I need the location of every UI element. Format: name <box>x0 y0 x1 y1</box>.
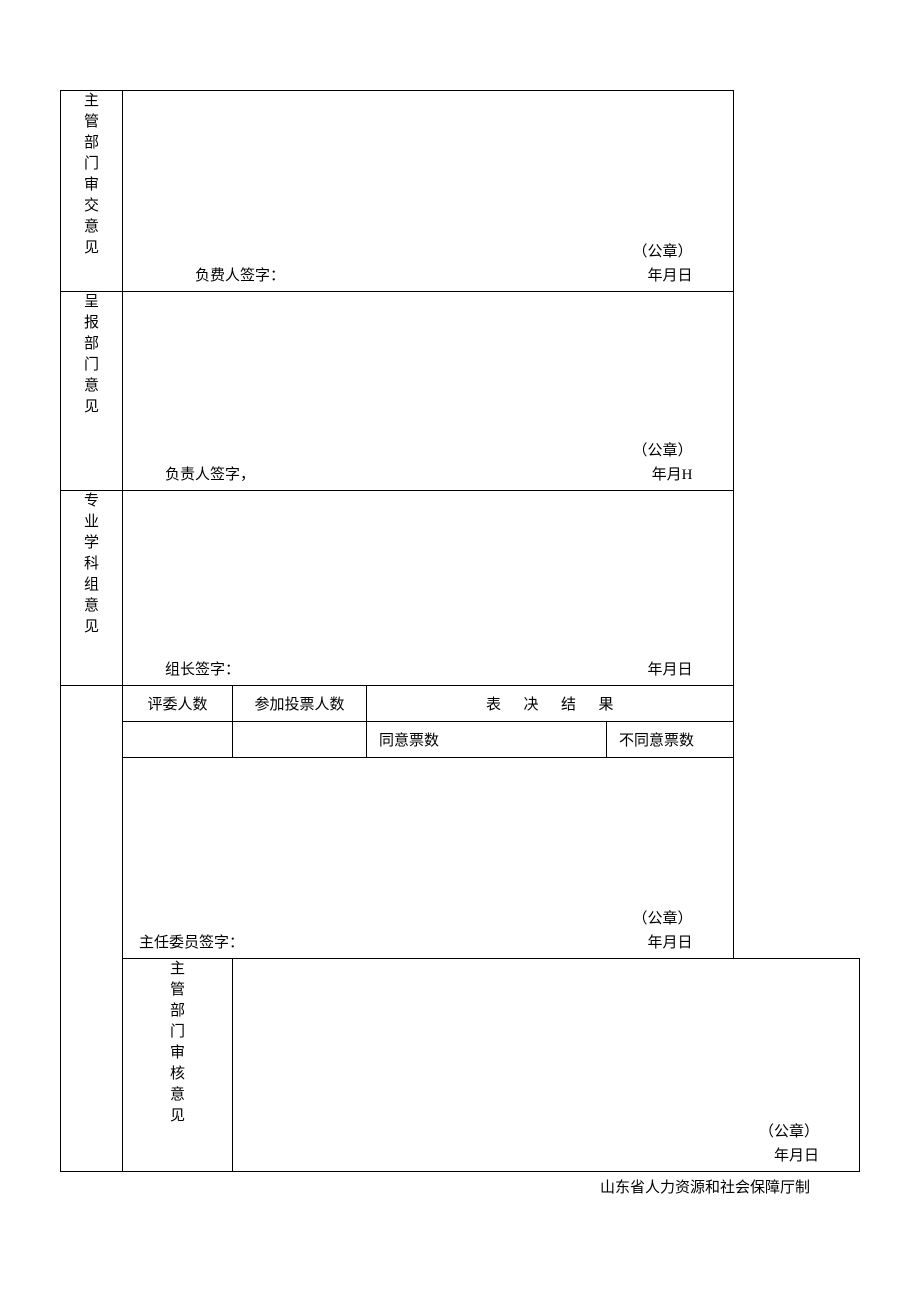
row6-seal: （公章） <box>759 1120 819 1141</box>
vote-participants-header: 参加投票人数 <box>233 686 367 722</box>
row3-body-cell: 组长签字： 年月日 <box>123 491 734 686</box>
vote-disagree-header: 不同意票数 <box>607 722 734 758</box>
row5-signer: 主任委员签字： <box>139 931 244 952</box>
row6-label: 主管部门审核意见 <box>170 959 185 1127</box>
row6-date: 年月日 <box>774 1144 819 1165</box>
approval-form-table: 主管部门审交意见 （公章） 负费人签字： 年月日 呈报部门意见 （公章） 负责人… <box>60 90 860 1172</box>
vote-judges-value <box>123 722 233 758</box>
row5-seal: （公章） <box>632 907 692 928</box>
row2-seal: （公章） <box>632 439 692 460</box>
vote-participants-value <box>233 722 367 758</box>
vote-section-label-cell <box>61 686 123 1172</box>
row3-date: 年月日 <box>647 658 692 679</box>
row1-seal: （公章） <box>632 240 692 261</box>
row2-date: 年月H <box>652 463 693 484</box>
row3-signer: 组长签字： <box>165 658 240 679</box>
row3-label-cell: 专业学科组意见 <box>61 491 123 686</box>
row2-label-cell: 呈报部门意见 <box>61 292 123 491</box>
row2-signer: 负责人签字， <box>165 463 255 484</box>
row6-label-cell: 主管部门审核意见 <box>123 959 233 1172</box>
row1-body-cell: （公章） 负费人签字： 年月日 <box>123 91 734 292</box>
footer-text: 山东省人力资源和社会保障厅制 <box>60 1172 860 1197</box>
vote-judges-header: 评委人数 <box>123 686 233 722</box>
row1-label: 主管部门审交意见 <box>84 91 99 259</box>
vote-result-header: 表决结果 <box>367 686 734 722</box>
row6-body-cell: （公章） 年月日 <box>233 959 860 1172</box>
row1-signer: 负费人签字： <box>195 264 285 285</box>
vote-agree-header: 同意票数 <box>367 722 607 758</box>
vote-body-cell: （公章） 主任委员签字： 年月日 <box>123 758 734 959</box>
row2-body-cell: （公章） 负责人签字， 年月H <box>123 292 734 491</box>
row5-date: 年月日 <box>647 931 692 952</box>
row1-date: 年月日 <box>647 264 692 285</box>
row3-label: 专业学科组意见 <box>84 491 99 638</box>
row2-label: 呈报部门意见 <box>84 292 99 418</box>
row1-label-cell: 主管部门审交意见 <box>61 91 123 292</box>
